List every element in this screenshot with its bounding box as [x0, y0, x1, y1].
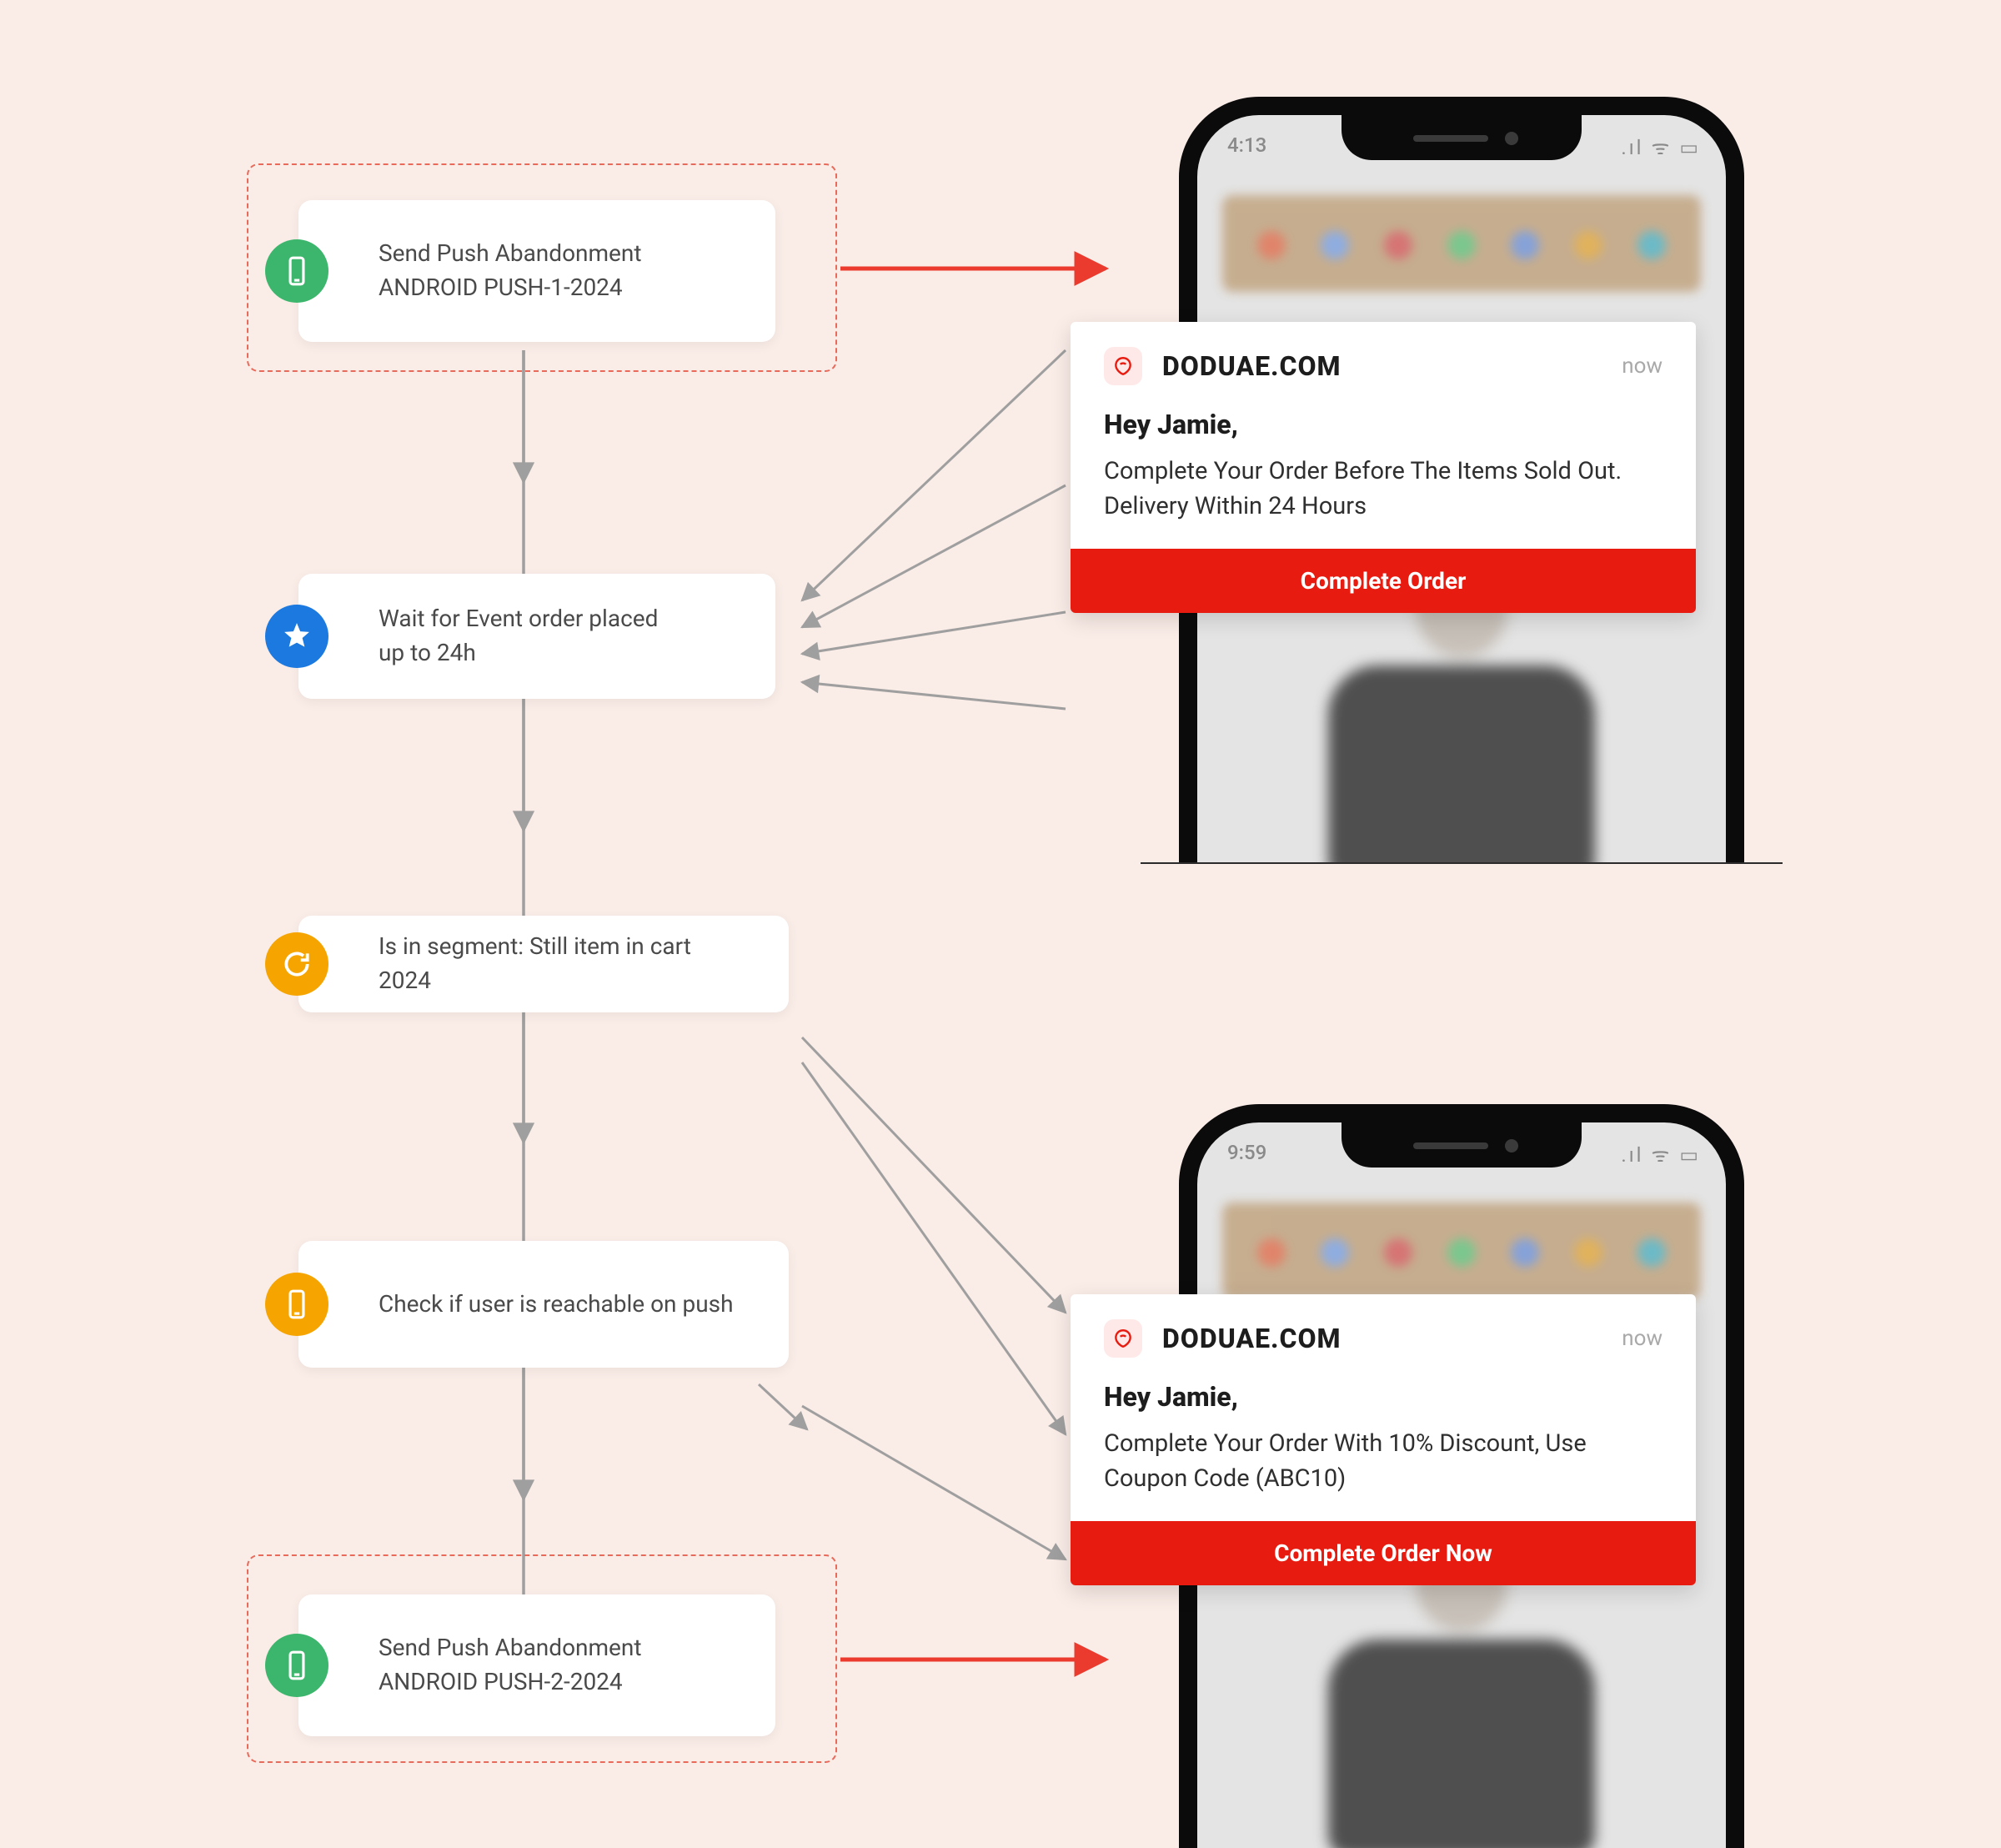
flow-step-send-push-2[interactable]: Send Push Abandonment ANDROID PUSH-2-202…: [298, 1594, 775, 1736]
push-notification-2[interactable]: DODUAE.COM now Hey Jamie, Complete Your …: [1071, 1294, 1696, 1585]
push-message: Complete Your Order With 10% Discount, U…: [1104, 1426, 1662, 1496]
flow-step-send-push-1[interactable]: Send Push Abandonment ANDROID PUSH-1-202…: [298, 200, 775, 342]
status-time: 4:13: [1227, 133, 1266, 157]
flow-step-label: Send Push Abandonment ANDROID PUSH-2-202…: [379, 1631, 729, 1699]
phone-icon: [265, 1273, 328, 1336]
push-greeting: Hey Jamie,: [1104, 409, 1662, 440]
flow-step-label: Send Push Abandonment ANDROID PUSH-1-202…: [379, 237, 729, 304]
star-icon: [265, 605, 328, 668]
push-cta-button[interactable]: Complete Order: [1071, 549, 1696, 613]
blurred-product: [1311, 1539, 1612, 1848]
phone-icon: [265, 1634, 328, 1697]
push-message: Complete Your Order Before The Items Sol…: [1104, 454, 1662, 524]
flow-step-label: Is in segment: Still item in cart 2024: [379, 930, 742, 997]
phone-notch: [1342, 1121, 1582, 1168]
push-notification-1[interactable]: DODUAE.COM now Hey Jamie, Complete Your …: [1071, 322, 1696, 613]
flow-step-segment[interactable]: Is in segment: Still item in cart 2024: [298, 916, 789, 1012]
app-name: DODUAE.COM: [1162, 350, 1342, 382]
push-cta-button[interactable]: Complete Order Now: [1071, 1521, 1696, 1585]
refresh-icon: [265, 932, 328, 996]
status-time: 9:59: [1227, 1141, 1266, 1164]
flow-step-check-reachable[interactable]: Check if user is reachable on push: [298, 1241, 789, 1368]
flow-step-wait-event[interactable]: Wait for Event order placed up to 24h: [298, 574, 775, 699]
app-icon: [1104, 347, 1142, 385]
push-timestamp: now: [1622, 1326, 1662, 1351]
flow-step-label: Wait for Event order placed up to 24h: [379, 602, 658, 670]
flow-step-label: Check if user is reachable on push: [379, 1288, 734, 1322]
phone-icon: [265, 239, 328, 303]
blurred-app-banner: [1222, 195, 1701, 292]
push-greeting: Hey Jamie,: [1104, 1381, 1662, 1413]
phone-ground-1: [1141, 862, 1783, 864]
phone-notch: [1342, 113, 1582, 160]
app-name: DODUAE.COM: [1162, 1323, 1342, 1354]
app-icon: [1104, 1319, 1142, 1358]
blurred-app-banner: [1222, 1203, 1701, 1299]
status-icons: .ıl ᯤ ▭: [1621, 1141, 1701, 1168]
push-timestamp: now: [1622, 354, 1662, 379]
status-icons: .ıl ᯤ ▭: [1621, 133, 1701, 161]
